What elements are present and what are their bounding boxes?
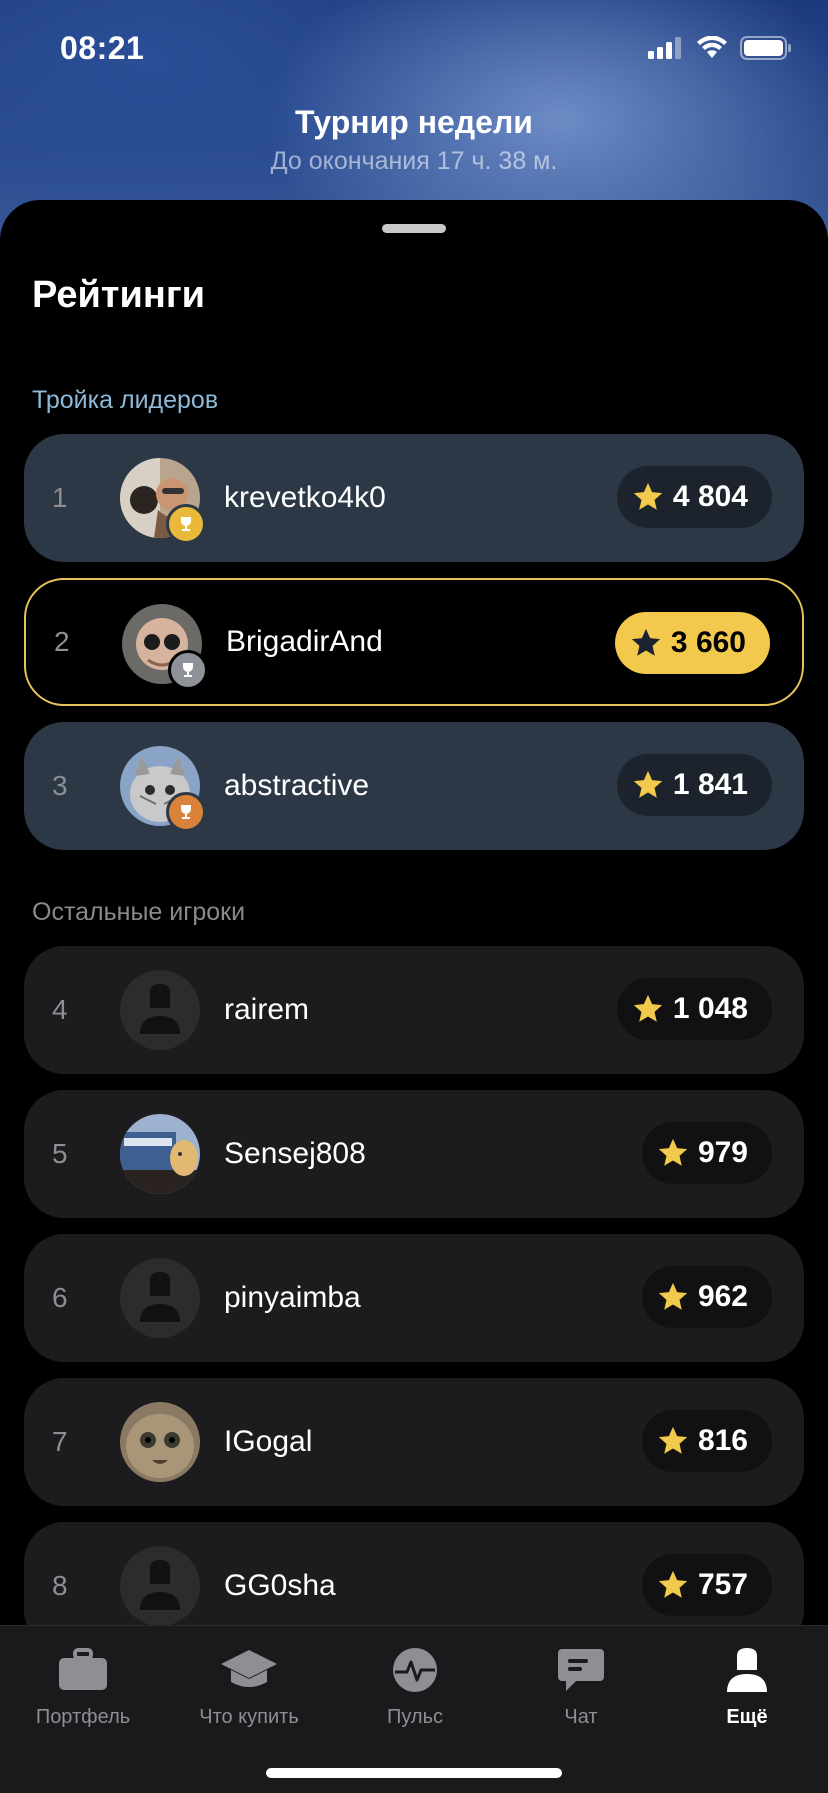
status-bar: 08:21 — [0, 0, 828, 100]
tab-pulse[interactable]: Пульс — [332, 1642, 498, 1729]
briefcase-icon — [59, 1648, 107, 1690]
other-players-section-label: Остальные игроки — [32, 898, 246, 926]
pulse-icon — [393, 1648, 437, 1692]
tab-label: Что купить — [199, 1706, 299, 1728]
score-badge: 1 048 — [616, 978, 772, 1040]
tab-chat[interactable]: Чат — [498, 1642, 664, 1729]
rank-number: 6 — [52, 1282, 68, 1313]
tab-portfolio[interactable]: Портфель — [0, 1642, 166, 1729]
star-icon — [633, 994, 663, 1022]
tab-more[interactable]: Ещё — [664, 1642, 828, 1729]
star-icon — [658, 1138, 688, 1166]
score-badge: 979 — [641, 1122, 772, 1184]
placeholder-avatar-icon — [120, 970, 200, 1050]
score-badge: 962 — [641, 1266, 772, 1328]
player-row-7[interactable]: 7 IGogal 816 — [24, 1378, 804, 1506]
score-value: 1 841 — [672, 768, 748, 801]
score-value: 4 804 — [672, 480, 748, 513]
home-indicator[interactable] — [266, 1768, 562, 1778]
placeholder-avatar-icon — [120, 1546, 200, 1626]
avatar — [120, 1402, 200, 1482]
player-row-4[interactable]: 4 rairem 1 048 — [24, 946, 804, 1074]
placeholder-avatar-icon — [120, 1258, 200, 1338]
star-icon — [633, 482, 663, 510]
rank-number: 2 — [54, 626, 70, 657]
page-title: Рейтинги — [32, 274, 206, 316]
rank-number: 3 — [52, 770, 68, 801]
ratings-sheet: Рейтинги Тройка лидеров 1 krevetko4k0 4 … — [0, 200, 828, 1792]
player-name: rairem — [224, 993, 310, 1026]
leader-row-2-current-user[interactable]: 2 BrigadirAnd 3 660 — [24, 578, 804, 706]
player-name: abstractive — [224, 769, 370, 802]
star-icon — [633, 770, 663, 798]
player-row-6[interactable]: 6 pinyaimba 962 — [24, 1234, 804, 1362]
player-name: IGogal — [224, 1425, 313, 1458]
score-badge: 4 804 — [616, 466, 772, 528]
player-name: Sensej808 — [224, 1137, 366, 1170]
leader-row-1[interactable]: 1 krevetko4k0 4 804 — [24, 434, 804, 562]
score-badge: 1 841 — [616, 754, 772, 816]
score-value: 816 — [697, 1424, 748, 1457]
profile-icon — [727, 1648, 767, 1692]
score-value: 1 048 — [672, 992, 748, 1025]
star-icon — [631, 628, 661, 656]
rank-number: 7 — [52, 1426, 68, 1457]
score-badge: 757 — [641, 1554, 772, 1616]
player-name: BrigadirAnd — [226, 625, 383, 658]
rank-number: 5 — [52, 1138, 68, 1169]
star-icon — [658, 1570, 688, 1598]
rank-number: 1 — [52, 482, 68, 513]
score-badge: 816 — [641, 1410, 772, 1472]
tab-what-to-buy[interactable]: Что купить — [166, 1642, 332, 1729]
leaders-section-label: Тройка лидеров — [32, 386, 219, 414]
cellular-signal-icon — [648, 37, 681, 59]
tab-label: Пульс — [386, 1706, 444, 1728]
score-badge: 3 660 — [614, 612, 770, 674]
avatar — [120, 746, 206, 832]
tab-label: Ещё — [726, 1706, 768, 1728]
gold-trophy-icon — [166, 504, 206, 544]
silver-trophy-icon — [168, 650, 208, 690]
score-value: 3 660 — [670, 626, 746, 659]
avatar — [122, 604, 208, 690]
star-icon — [658, 1426, 688, 1454]
avatar — [120, 1114, 200, 1194]
player-name: krevetko4k0 — [224, 481, 386, 514]
status-time: 08:21 — [60, 30, 145, 66]
battery-icon — [740, 36, 791, 60]
rank-number: 4 — [52, 994, 68, 1025]
wifi-icon — [697, 36, 727, 58]
tournament-title: Турнир недели — [295, 104, 533, 140]
score-value: 757 — [697, 1568, 748, 1601]
player-name: pinyaimba — [224, 1281, 361, 1314]
bronze-trophy-icon — [166, 792, 206, 832]
tournament-countdown: До окончания 17 ч. 38 м. — [270, 147, 558, 175]
tab-label: Чат — [564, 1706, 598, 1728]
tab-bar: Портфель Что купить Пульс Чат Ещё — [0, 1625, 828, 1793]
graduation-cap-icon — [221, 1650, 277, 1687]
score-value: 979 — [697, 1136, 748, 1169]
avatar — [120, 458, 206, 544]
star-icon — [658, 1282, 688, 1310]
tab-label: Портфель — [35, 1706, 131, 1728]
player-row-5[interactable]: 5 Sensej808 979 — [24, 1090, 804, 1218]
leader-row-3[interactable]: 3 abstractive 1 841 — [24, 722, 804, 850]
chat-icon — [558, 1649, 604, 1691]
sheet-grabber[interactable] — [382, 224, 446, 233]
score-value: 962 — [697, 1280, 748, 1313]
